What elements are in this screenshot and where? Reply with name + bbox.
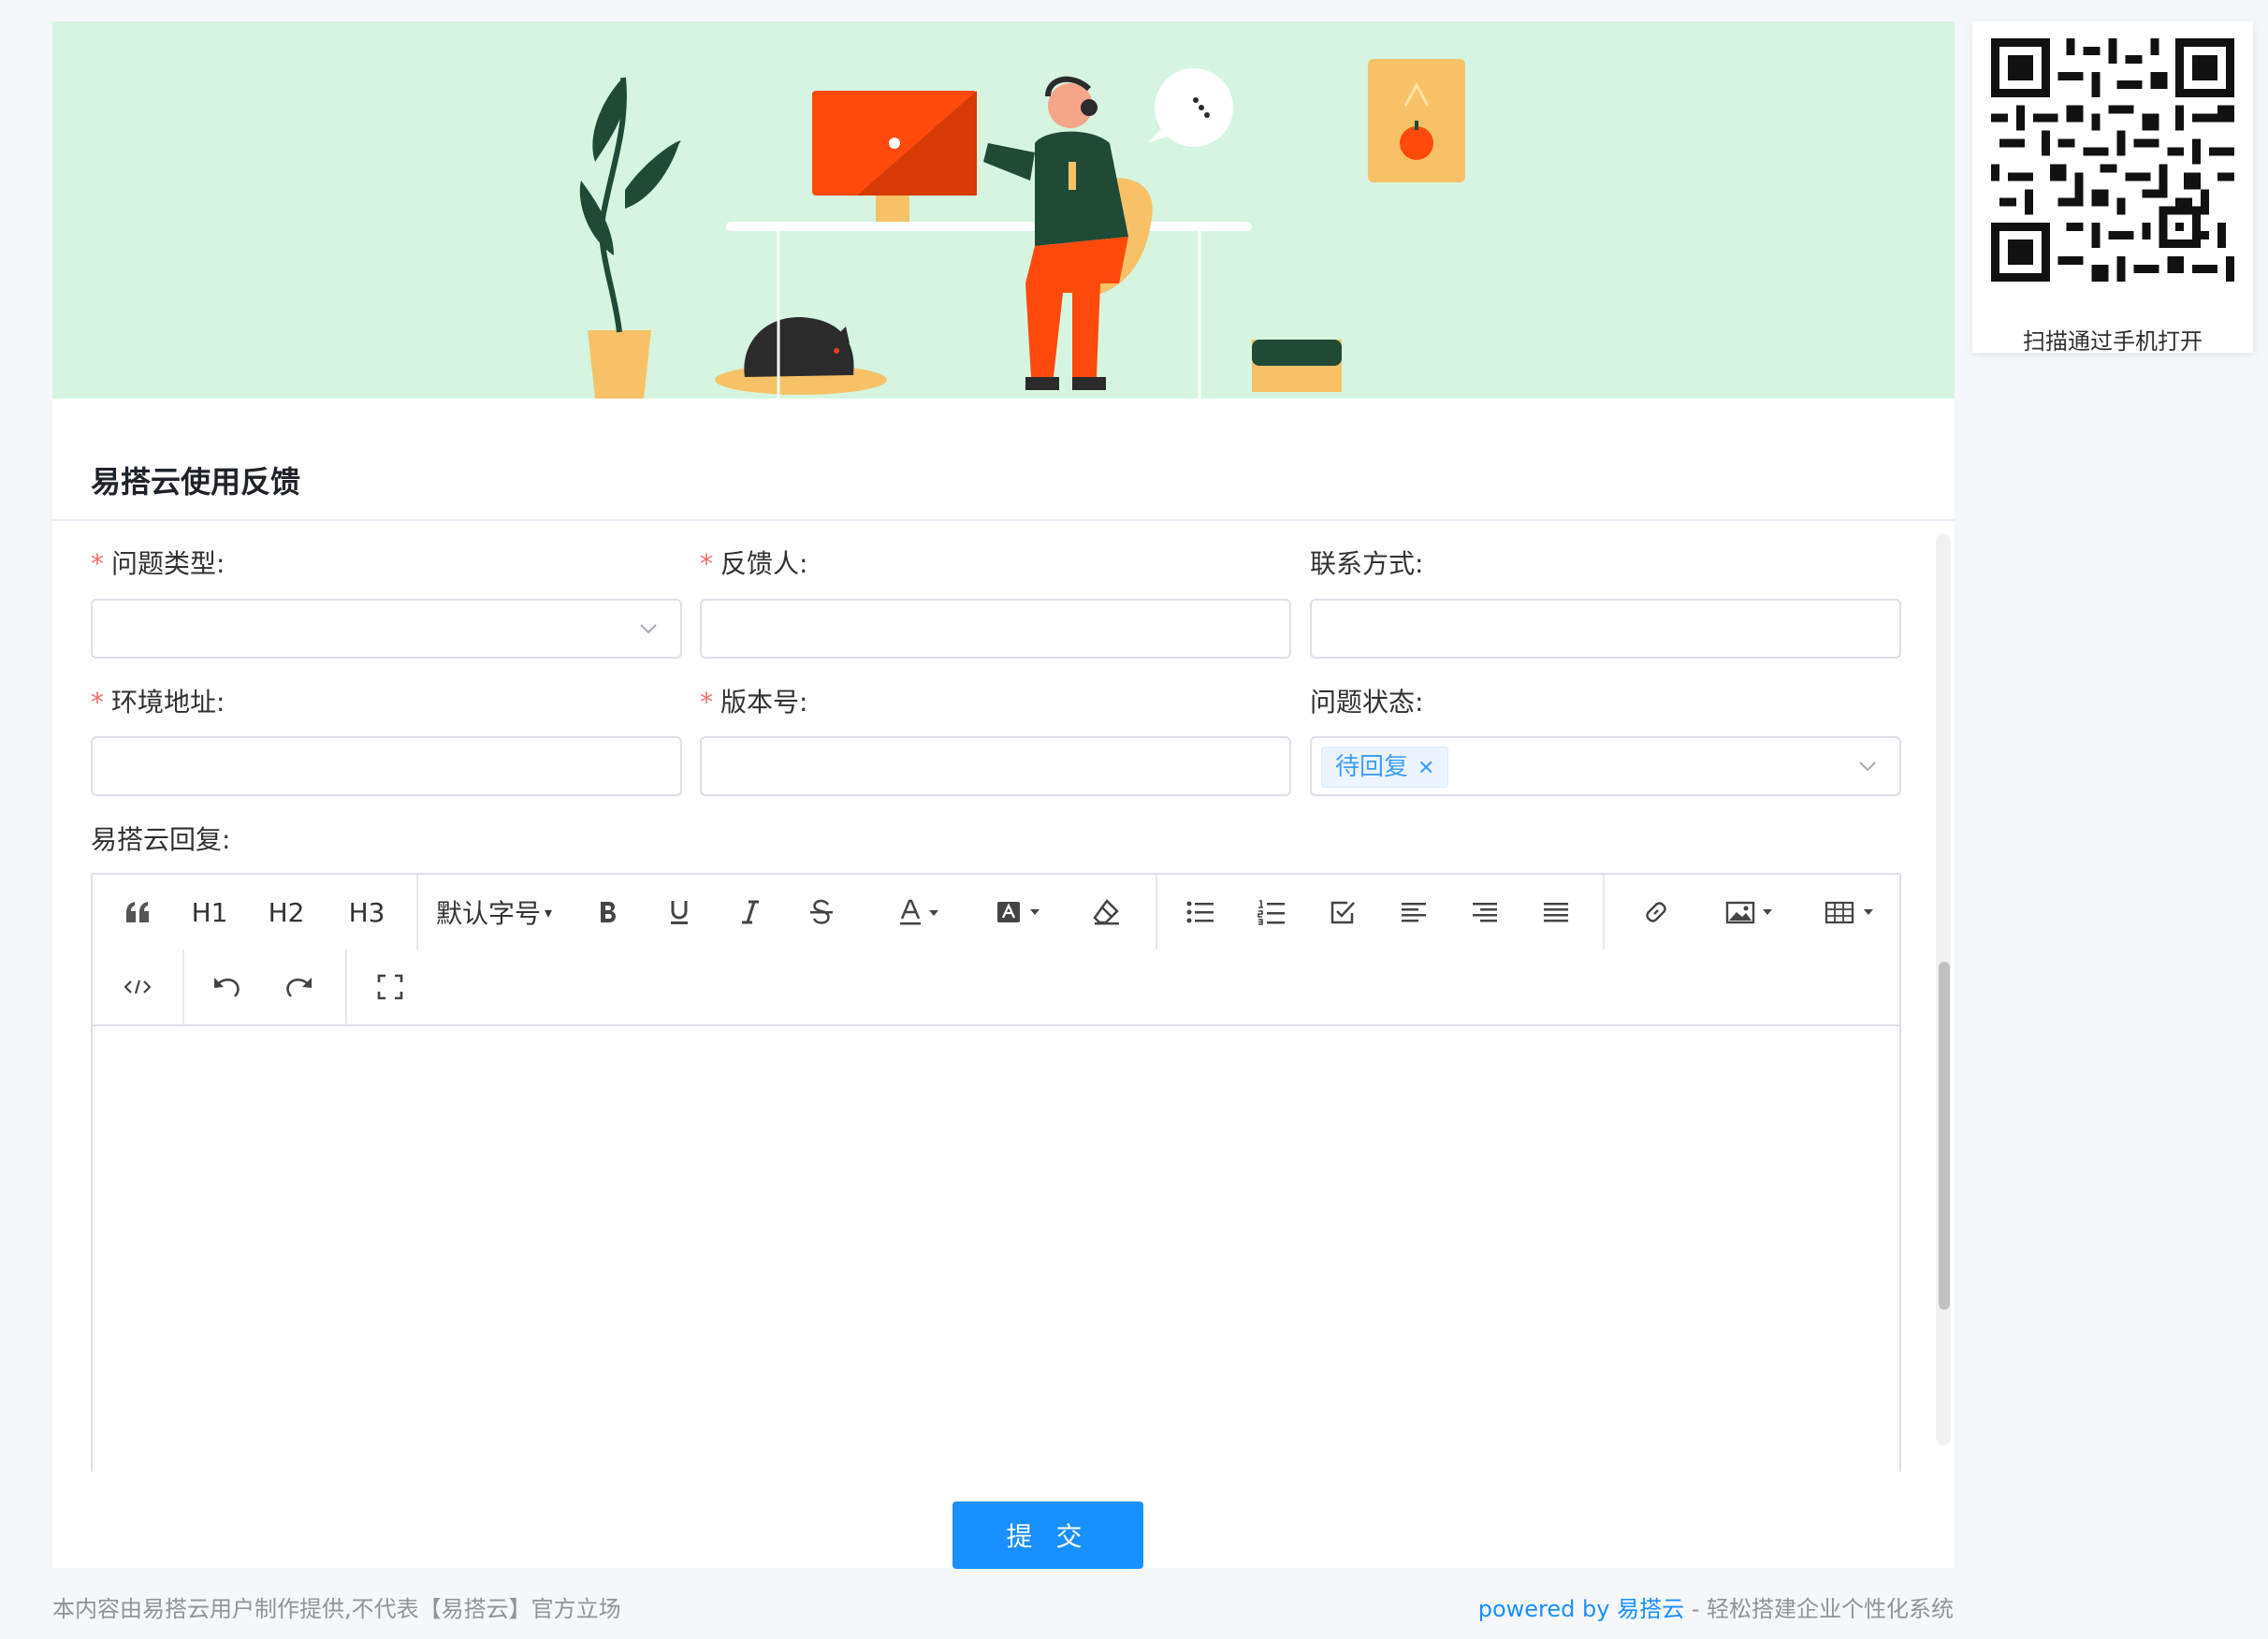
italic-button[interactable] (716, 875, 785, 950)
brand-link[interactable]: 易搭云 (1617, 1596, 1684, 1622)
caret-icon: ▾ (544, 903, 553, 921)
required-mark: * (700, 687, 713, 718)
banner-illustration (52, 22, 1955, 399)
todo-list-button[interactable] (1307, 875, 1378, 950)
toolbar-divider (1603, 875, 1605, 950)
table-icon (1825, 901, 1873, 924)
underline-icon (671, 901, 688, 924)
env-address-label: * 环境地址: (91, 682, 225, 719)
env-address-input[interactable] (91, 736, 682, 796)
version-label: * 版本号: (700, 682, 807, 719)
contact-label: 联系方式: (1310, 548, 1424, 579)
version-input[interactable] (700, 736, 1291, 796)
code-icon (124, 979, 151, 994)
redo-button[interactable] (263, 950, 334, 1024)
required-mark: * (91, 548, 104, 579)
redo-icon (286, 978, 312, 997)
link-icon (1646, 902, 1666, 922)
align-left-button[interactable] (1378, 875, 1449, 950)
problem-status-select[interactable]: 待回复 ✕ (1310, 736, 1901, 796)
align-justify-button[interactable] (1520, 875, 1592, 950)
env-address-label-text: 环境地址: (111, 687, 225, 718)
problem-type-select[interactable] (91, 599, 682, 659)
tag-close-icon[interactable]: ✕ (1418, 757, 1434, 780)
bold-icon (601, 902, 616, 922)
numbered-list-button[interactable] (1236, 875, 1307, 950)
align-right-icon (1473, 903, 1497, 922)
chevron-down-icon (640, 624, 657, 634)
blockquote-button[interactable] (102, 875, 173, 950)
problem-type-label: * 问题类型: (91, 544, 225, 581)
code-button[interactable] (102, 950, 173, 1024)
problem-type-label-text: 问题类型: (111, 548, 225, 579)
powered-by-text[interactable]: powered by (1478, 1596, 1610, 1622)
bg-color-button[interactable] (976, 875, 1062, 950)
numbered-list-icon (1258, 900, 1285, 925)
checkbox-icon (1330, 901, 1355, 924)
feedback-person-input[interactable] (700, 599, 1291, 659)
form-title: 易搭云使用反馈 (91, 464, 301, 500)
strikethrough-button[interactable] (787, 875, 856, 950)
feedback-form-card: 易搭云使用反馈 * 问题类型: * 反馈人: 联系方式: * 环境地址: * 版本号: … (52, 22, 1955, 1569)
h1-button[interactable]: H1 (173, 875, 246, 950)
font-color-icon (900, 899, 938, 925)
rich-text-editor: H1 H2 H3 默认字号 ▾ (91, 873, 1901, 1472)
clear-format-button[interactable] (1066, 875, 1146, 950)
link-button[interactable] (1612, 875, 1700, 950)
feedback-person-label: * 反馈人: (700, 544, 807, 581)
reply-label: 易搭云回复: (91, 824, 231, 855)
toolbar-divider (182, 950, 184, 1024)
align-right-button[interactable] (1449, 875, 1520, 950)
fullscreen-icon (377, 974, 403, 1000)
undo-button[interactable] (192, 950, 263, 1024)
scrollbar-thumb[interactable] (1939, 962, 1950, 1310)
qr-card: 扫描通过手机打开 (1972, 22, 2253, 355)
image-button[interactable] (1700, 875, 1799, 950)
qr-code-image (1991, 38, 2234, 282)
h2-button[interactable]: H2 (246, 875, 327, 950)
qr-caption: 扫描通过手机打开 (2023, 328, 2203, 355)
toolbar-divider (1156, 875, 1157, 950)
editor-toolbar-row-1: H1 H2 H3 默认字号 ▾ (93, 875, 1899, 950)
toolbar-divider (416, 875, 418, 950)
bold-button[interactable] (574, 875, 643, 950)
chevron-down-icon (1859, 761, 1876, 772)
footer-powered-by: powered by 易搭云 - 轻松搭建企业个性化系统 (1478, 1590, 1954, 1623)
required-mark: * (91, 687, 104, 718)
align-left-icon (1402, 903, 1426, 922)
table-button[interactable] (1797, 875, 1902, 950)
editor-toolbar-row-2 (93, 950, 1899, 1026)
contact-input[interactable] (1310, 599, 1901, 659)
font-size-select[interactable]: 默认字号 ▾ (426, 875, 562, 950)
fullscreen-button[interactable] (355, 950, 426, 1024)
title-divider (52, 519, 1955, 521)
font-size-label: 默认字号 (435, 898, 541, 929)
footer-disclaimer: 本内容由易搭云用户制作提供,不代表【易搭云】官方立场 (52, 1596, 621, 1622)
problem-status-label: 问题状态: (1310, 687, 1424, 718)
submit-button[interactable]: 提 交 (952, 1501, 1143, 1569)
bullet-list-icon (1186, 901, 1214, 923)
font-color-button[interactable] (880, 875, 959, 950)
toolbar-divider (345, 950, 347, 1024)
bullet-list-button[interactable] (1165, 875, 1236, 950)
eraser-icon (1093, 899, 1119, 925)
status-tag-text: 待回复 (1335, 753, 1409, 781)
status-tag: 待回复 ✕ (1321, 747, 1449, 788)
quote-icon (126, 902, 149, 922)
required-mark: * (700, 548, 713, 579)
h3-button[interactable]: H3 (327, 875, 407, 950)
feedback-person-label-text: 反馈人: (720, 548, 808, 579)
underline-button[interactable] (645, 875, 714, 950)
strikethrough-icon (810, 899, 833, 924)
editor-content-area[interactable] (93, 1026, 1899, 1473)
highlight-icon (997, 902, 1040, 922)
undo-icon (214, 978, 240, 997)
align-justify-icon (1544, 903, 1568, 922)
version-label-text: 版本号: (720, 687, 808, 718)
office-illustration (579, 59, 1465, 399)
slogan-text: - 轻松搭建企业个性化系统 (1684, 1596, 1954, 1622)
italic-icon (742, 900, 759, 924)
image-icon (1725, 901, 1772, 924)
